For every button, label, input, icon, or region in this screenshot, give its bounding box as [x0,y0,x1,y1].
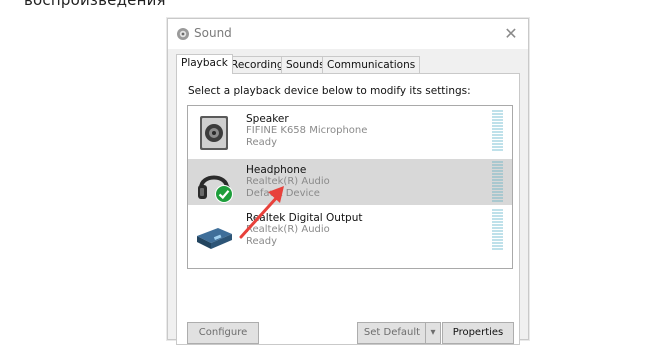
device-status: Default Device [246,188,320,199]
device-status: Ready [246,236,278,247]
device-item-digital-output[interactable]: Realtek Digital Output Realtek(R) Audio … [188,207,512,253]
device-status: Ready [246,137,278,148]
tab-recording[interactable]: Recording [226,56,289,73]
tab-playback[interactable]: Playback [176,54,233,74]
window-title: Sound [194,26,232,40]
close-icon: ✕ [504,24,518,43]
digital-output-icon [197,228,232,249]
device-description: Realtek(R) Audio [246,224,330,235]
device-description: FIFINE K658 Microphone [246,125,368,136]
device-description: Realtek(R) Audio [246,176,330,187]
volume-meter [492,110,503,152]
volume-meter [492,209,503,251]
properties-button[interactable]: Properties [442,322,514,344]
device-list[interactable]: Speaker FIFINE K658 Microphone Ready Hea… [187,105,513,269]
set-default-dropdown-button[interactable]: ▾ [425,322,441,344]
playback-instruction: Select a playback device below to modify… [188,85,471,97]
volume-meter [492,161,503,203]
set-default-button[interactable]: Set Default [357,322,427,344]
playback-panel: Select a playback device below to modify… [176,73,520,345]
sound-dialog: Sound ✕ Playback Recording Sounds Commun… [167,18,529,345]
device-item-speaker[interactable]: Speaker FIFINE K658 Microphone Ready [188,108,512,154]
sound-app-icon [177,28,189,40]
device-name: Realtek Digital Output [246,212,363,224]
close-button[interactable]: ✕ [500,23,522,45]
default-device-check-icon [215,185,233,203]
device-name: Speaker [246,113,289,125]
speaker-icon [200,116,228,150]
chevron-down-icon: ▾ [430,327,436,338]
configure-button[interactable]: Configure [187,322,259,344]
page-heading-fragment: воспроизведения [24,0,166,9]
device-name: Headphone [246,164,307,176]
device-item-headphone[interactable]: Headphone Realtek(R) Audio Default Devic… [188,159,512,205]
tab-communications[interactable]: Communications [322,56,421,73]
title-bar: Sound ✕ [168,19,528,49]
